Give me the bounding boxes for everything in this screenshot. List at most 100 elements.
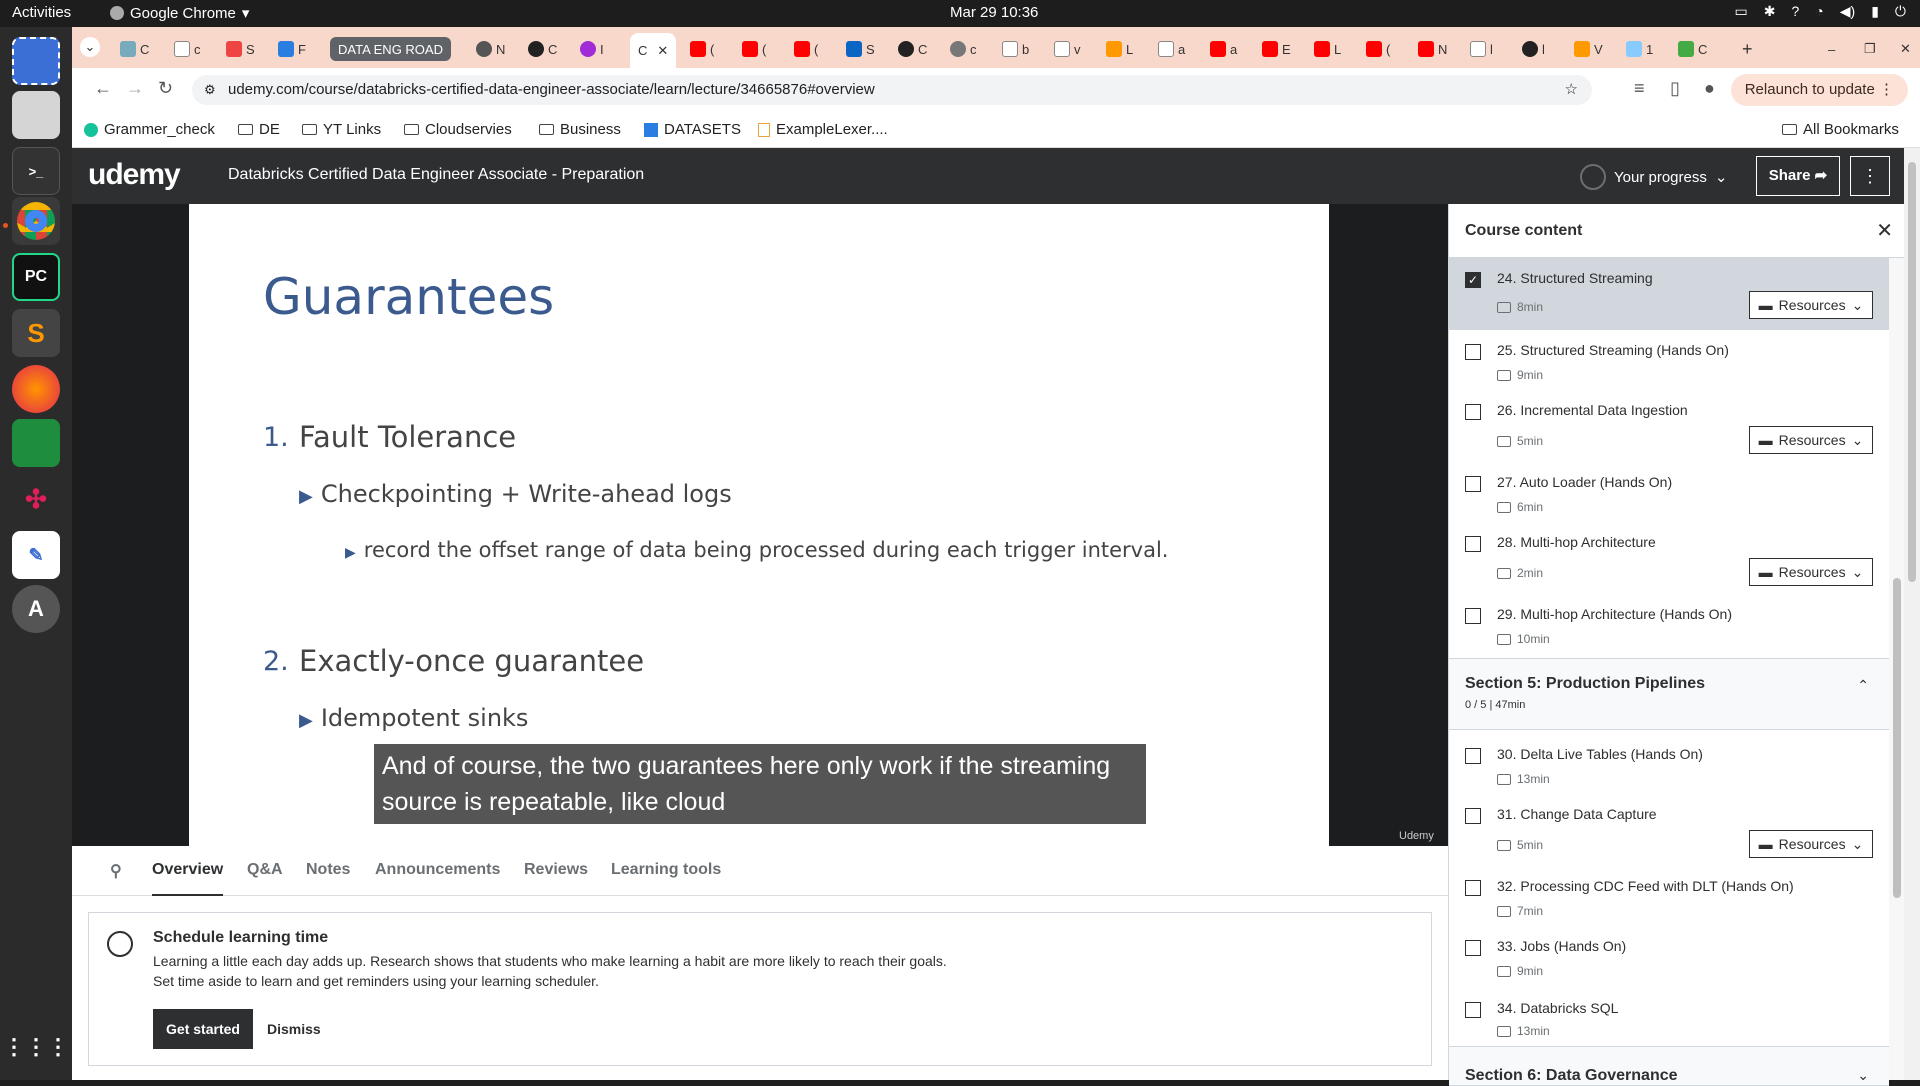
close-window-icon[interactable]: ✕ [1900,35,1911,63]
activities-button[interactable]: Activities [12,4,71,21]
resources-button[interactable]: ▬ Resources ⌄ [1749,830,1873,858]
checkbox[interactable] [1465,344,1481,360]
tab-announcements[interactable]: Announcements [375,861,500,879]
reload-icon[interactable]: ↻ [158,78,173,99]
tab[interactable]: c [174,35,201,63]
chrome-app-icon[interactable] [12,197,60,245]
tab[interactable]: E [1262,35,1291,63]
lecture-item[interactable]: 33. Jobs (Hands On) 9min [1449,922,1889,982]
bookmark-folder-de[interactable]: DE [238,121,280,138]
software-app-icon[interactable]: A [12,585,60,633]
bookmark-grammer-check[interactable]: Grammer_check [84,121,215,138]
clock[interactable]: Mar 29 10:36 [950,4,1038,21]
tab[interactable]: C [1678,35,1707,63]
address-bar[interactable]: ⚙ udemy.com/course/databricks-certified-… [192,75,1592,105]
tab-qa[interactable]: Q&A [247,861,283,879]
tab[interactable]: N [476,35,505,63]
tab[interactable]: ( [1366,35,1390,63]
scrollbar-thumb[interactable] [1908,162,1916,582]
forward-icon[interactable]: → [126,78,144,99]
tab[interactable]: ( [742,35,766,63]
resources-button[interactable]: ▬ Resources ⌄ [1749,558,1873,586]
sidebar-scrollbar[interactable] [1889,258,1905,1080]
tab[interactable]: l [1470,35,1493,63]
checkbox[interactable] [1465,476,1481,492]
text-editor-app-icon[interactable]: ✎ [12,531,60,579]
app-menu[interactable]: Google Chrome ▾ [110,4,249,22]
tab[interactable]: a [1210,35,1237,63]
site-info-icon[interactable]: ⚙ [204,75,216,105]
close-tab-icon[interactable]: ✕ [657,43,668,59]
profile-avatar[interactable]: ● [1704,78,1715,99]
video-player[interactable]: Guarantees 1. Fault Tolerance ▶ Checkpoin… [72,204,1448,846]
tab[interactable]: ( [794,35,818,63]
tab[interactable]: I [580,35,604,63]
lecture-item[interactable]: 30. Delta Live Tables (Hands On) 13min [1449,730,1889,790]
tab[interactable]: ( [690,35,714,63]
bookmark-star-icon[interactable]: ☆ [1565,75,1578,105]
lecture-item[interactable]: 28. Multi-hop Architecture 2min ▬ Resourc… [1449,522,1889,594]
bookmark-folder-yt-links[interactable]: YT Links [302,121,381,138]
system-tray[interactable]: ▭ ✱ ? ◔ ◀) ▮ ⏻ [1735,3,1906,20]
media-icon[interactable]: ≡ [1634,78,1645,99]
tab[interactable]: L [1106,35,1133,63]
restore-icon[interactable]: ❐ [1864,35,1876,63]
lecture-item[interactable]: 31. Change Data Capture 5min ▬ Resources ⌄ [1449,790,1889,862]
lecture-item[interactable]: 32. Processing CDC Feed with DLT (Hands … [1449,862,1889,922]
pycharm-app-icon[interactable]: PC [12,253,60,301]
lecture-item[interactable]: 29. Multi-hop Architecture (Hands On) 10… [1449,594,1889,658]
tab-search-button[interactable]: ⌄ [80,37,100,57]
tab-active[interactable]: C ✕ [630,33,677,68]
checkbox[interactable] [1465,404,1481,420]
tab[interactable]: C [528,35,557,63]
show-apps-icon[interactable]: ⋮⋮⋮ [3,1023,69,1071]
back-icon[interactable]: ← [94,78,112,99]
bookmark-folder-business[interactable]: Business [539,121,621,138]
lecture-item[interactable]: 25. Structured Streaming (Hands On) 9min [1449,330,1889,390]
files-app-icon[interactable] [12,91,60,139]
tab[interactable]: 1 [1626,35,1653,63]
tab-learning-tools[interactable]: Learning tools [611,861,721,879]
your-progress-button[interactable]: Your progress ⌄ [1580,164,1727,190]
dismiss-button[interactable]: Dismiss [267,1021,321,1037]
slack-app-icon[interactable]: ✣ [12,475,60,523]
firefox-app-icon[interactable] [12,365,60,413]
minimize-icon[interactable]: – [1828,35,1835,63]
terminal-app-icon[interactable]: >_ [12,147,60,195]
section-header-data-governance[interactable]: Section 6: Data Governance ⌄ [1449,1046,1889,1086]
tab[interactable]: F [278,35,306,63]
tab[interactable]: c [950,35,977,63]
more-options-button[interactable]: ⋮ [1850,156,1890,196]
course-title[interactable]: Databricks Certified Data Engineer Assoc… [228,166,644,184]
lecture-item-current[interactable]: ✓ 24. Structured Streaming 8min ▬ Resourc… [1449,258,1889,330]
tab[interactable]: l [1522,35,1545,63]
section-header-production-pipelines[interactable]: Section 5: Production Pipelines 0 / 5 | … [1449,658,1889,730]
side-panel-icon[interactable]: ▯ [1670,78,1680,99]
screenshot-app-icon[interactable] [12,37,60,85]
lecture-item[interactable]: 27. Auto Loader (Hands On) 6min [1449,462,1889,522]
tab[interactable]: a [1158,35,1185,63]
checkbox[interactable] [1465,940,1481,956]
tab[interactable]: N [1418,35,1447,63]
resources-button[interactable]: ▬ Resources ⌄ [1749,291,1873,319]
tab[interactable]: v [1054,35,1081,63]
page-scrollbar[interactable] [1904,148,1920,1080]
checkbox[interactable] [1465,748,1481,764]
tab[interactable]: C [120,35,149,63]
tab[interactable]: S [846,35,875,63]
all-bookmarks[interactable]: All Bookmarks [1782,121,1899,138]
share-button[interactable]: Share ➦ [1756,156,1840,196]
checkbox[interactable] [1465,536,1481,552]
checkbox[interactable] [1465,808,1481,824]
spreadsheet-app-icon[interactable] [12,419,60,467]
bookmark-folder-cloudservies[interactable]: Cloudservies [404,121,512,138]
bookmark-examplelexer[interactable]: ExampleLexer.... [758,121,888,138]
search-icon[interactable]: ⚲ [110,861,122,881]
udemy-logo[interactable]: udemy [88,158,181,192]
sublime-app-icon[interactable]: S [12,309,60,357]
tab[interactable]: b [1002,35,1029,63]
relaunch-button[interactable]: Relaunch to update ⋮ [1730,74,1908,106]
resources-button[interactable]: ▬ Resources ⌄ [1749,426,1873,454]
close-icon[interactable]: ✕ [1876,218,1893,243]
checkbox[interactable] [1465,608,1481,624]
